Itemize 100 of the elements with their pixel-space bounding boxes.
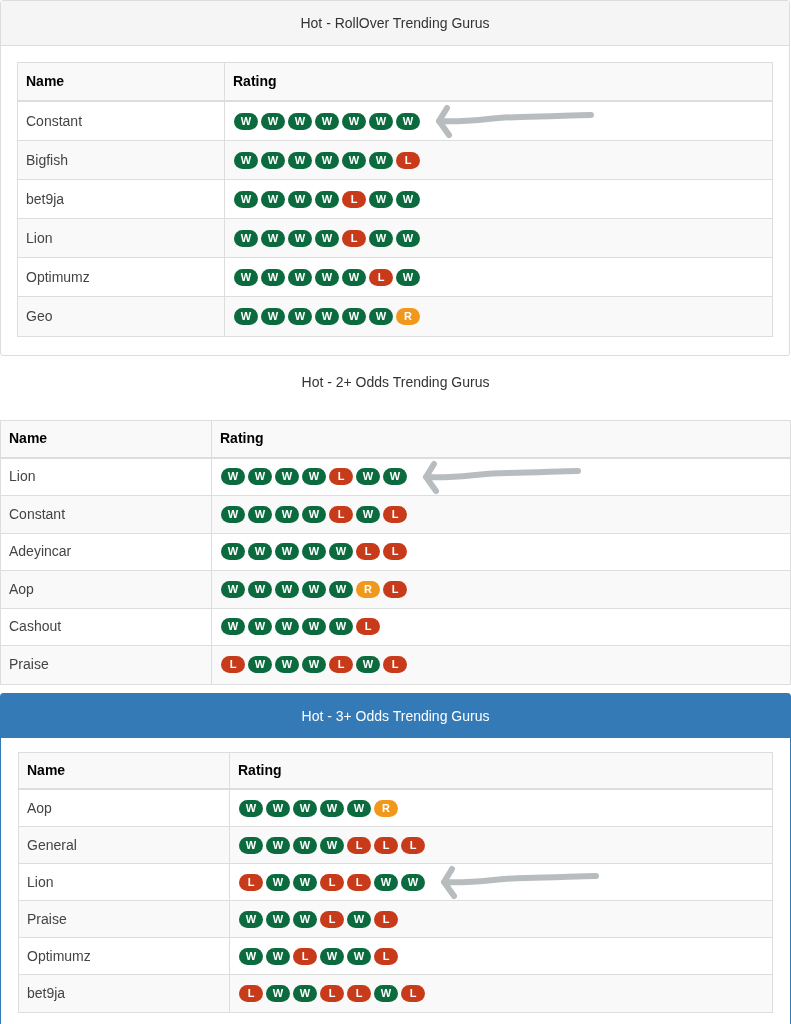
- result-badge: W: [239, 910, 263, 928]
- panel-heading: Hot - 3+ Odds Trending Gurus: [1, 694, 790, 738]
- result-badge: W: [356, 505, 380, 523]
- result-badge: W: [374, 985, 398, 1002]
- result-badge: L: [347, 985, 371, 1002]
- result-badge: W: [288, 268, 312, 286]
- result-badge: W: [221, 580, 245, 598]
- result-badge: W: [234, 308, 258, 325]
- result-badge: W: [261, 112, 285, 130]
- result-badge: W: [302, 468, 326, 486]
- table-cell: bet9ja: [19, 975, 230, 1012]
- result-badge: W: [302, 580, 326, 598]
- result-badge: W: [320, 799, 344, 817]
- result-badge: W: [288, 308, 312, 325]
- result-badge: L: [342, 229, 366, 247]
- result-badge: R: [374, 799, 398, 817]
- result-badge: W: [234, 229, 258, 247]
- result-badge: W: [261, 229, 285, 247]
- result-badge: W: [293, 799, 317, 817]
- result-badge: W: [293, 873, 317, 891]
- result-badge: W: [261, 308, 285, 325]
- panel-heading: Hot - RollOver Trending Gurus: [1, 1, 789, 46]
- result-badge: W: [248, 580, 272, 598]
- result-badge: W: [302, 656, 326, 674]
- result-badge: L: [369, 268, 393, 286]
- result-badge: L: [401, 836, 425, 854]
- result-badge: L: [221, 656, 245, 674]
- result-badge: W: [383, 468, 407, 486]
- table-cell: Cashout: [1, 608, 212, 645]
- result-badge: W: [369, 151, 393, 169]
- table-cell: Aop: [19, 790, 230, 826]
- result-badge: L: [329, 656, 353, 674]
- result-badge: L: [329, 468, 353, 486]
- result-badge: L: [347, 836, 371, 854]
- result-badge: L: [356, 618, 380, 636]
- result-badge: W: [396, 190, 420, 208]
- result-badge: W: [342, 151, 366, 169]
- result-badge: W: [288, 151, 312, 169]
- result-badge: W: [266, 910, 290, 928]
- result-badge: L: [239, 873, 263, 891]
- result-badge: W: [342, 268, 366, 286]
- result-badge: W: [234, 151, 258, 169]
- result-badge: W: [248, 543, 272, 561]
- result-badge: W: [288, 229, 312, 247]
- result-badge: W: [221, 618, 245, 636]
- result-badge: L: [293, 947, 317, 965]
- result-badge: W: [261, 151, 285, 169]
- column-header: Name: [18, 63, 225, 100]
- result-badge: L: [347, 873, 371, 891]
- result-badge: W: [369, 190, 393, 208]
- result-badge: W: [302, 505, 326, 523]
- result-badge: W: [315, 112, 339, 130]
- result-badge: R: [396, 308, 420, 325]
- result-badge: W: [347, 799, 371, 817]
- result-badge: L: [383, 505, 407, 523]
- table-cell: bet9ja: [18, 180, 225, 218]
- result-badge: W: [342, 112, 366, 130]
- table-cell: Aop: [1, 571, 212, 608]
- result-badge: W: [261, 268, 285, 286]
- result-badge: W: [266, 836, 290, 854]
- table-cell: Praise: [1, 646, 212, 684]
- table-cell: Geo: [18, 297, 225, 336]
- result-badge: W: [275, 505, 299, 523]
- result-badge: W: [369, 308, 393, 325]
- result-badge: W: [401, 873, 425, 891]
- result-badge: W: [266, 799, 290, 817]
- column-header: Rating: [237, 761, 283, 780]
- result-badge: W: [239, 947, 263, 965]
- result-badge: W: [266, 985, 290, 1002]
- result-badge: W: [315, 229, 339, 247]
- result-badge: W: [396, 268, 420, 286]
- result-badge: W: [315, 190, 339, 208]
- table-cell: Lion: [19, 864, 230, 900]
- result-badge: W: [315, 308, 339, 325]
- result-badge: W: [356, 468, 380, 486]
- result-badge: W: [239, 836, 263, 854]
- result-badge: W: [275, 580, 299, 598]
- column-header: Rating: [219, 429, 265, 449]
- table-cell: Optimumz: [19, 938, 230, 974]
- result-badge: W: [248, 505, 272, 523]
- result-badge: W: [329, 543, 353, 561]
- result-badge: W: [248, 468, 272, 486]
- result-badge: L: [320, 873, 344, 891]
- result-badge: W: [221, 543, 245, 561]
- result-badge: W: [234, 112, 258, 130]
- column-header: Name: [1, 421, 212, 457]
- result-badge: W: [288, 112, 312, 130]
- table-cell: Praise: [19, 901, 230, 937]
- result-badge: W: [369, 229, 393, 247]
- result-badge: W: [275, 618, 299, 636]
- result-badge: L: [342, 190, 366, 208]
- result-badge: L: [401, 985, 425, 1002]
- column-header: Name: [19, 753, 230, 788]
- result-badge: W: [302, 543, 326, 561]
- result-badge: W: [234, 190, 258, 208]
- result-badge: L: [383, 580, 407, 598]
- result-badge: W: [248, 618, 272, 636]
- result-badge: W: [374, 873, 398, 891]
- result-badge: W: [288, 190, 312, 208]
- result-badge: L: [396, 151, 420, 169]
